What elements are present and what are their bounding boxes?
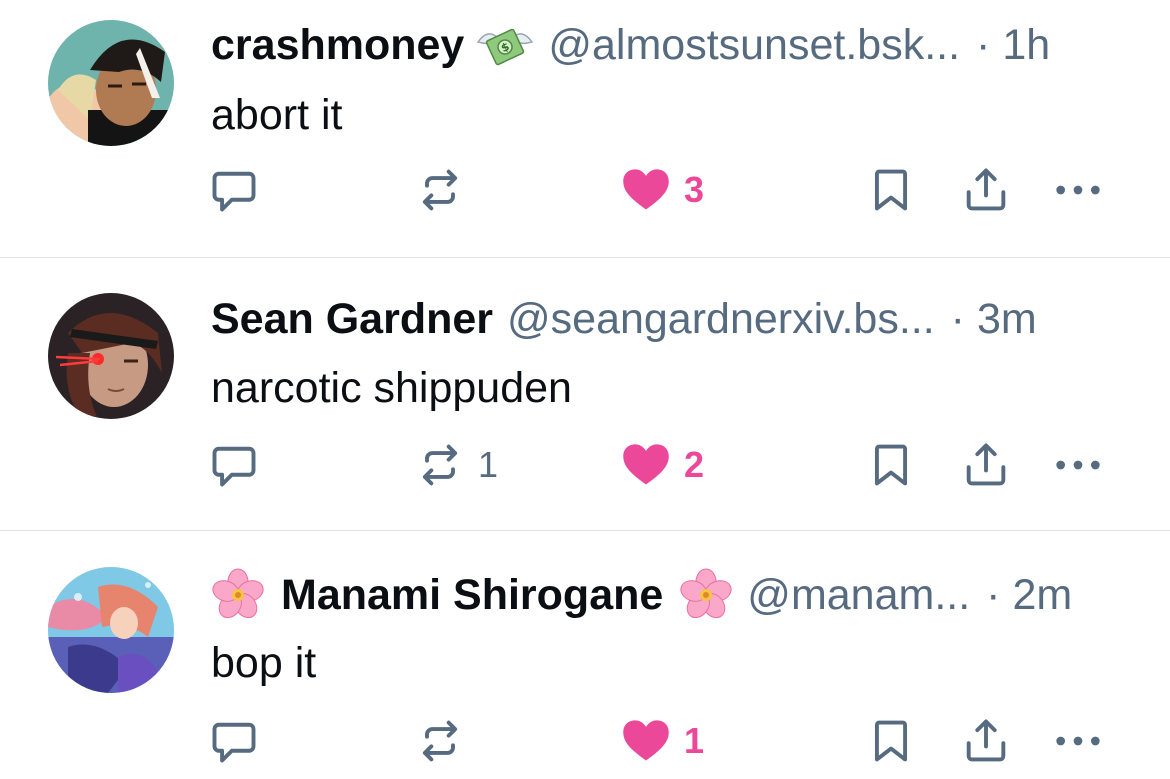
like-button[interactable]: 2 bbox=[620, 435, 704, 495]
repost-button[interactable] bbox=[414, 160, 478, 220]
post-header: crashmoney $ @almostsunset.bsk... · 1h bbox=[211, 17, 1118, 73]
cherry-blossom-icon bbox=[679, 568, 733, 622]
cherry-blossom-icon bbox=[211, 568, 265, 622]
bookmark-button[interactable] bbox=[865, 435, 917, 495]
share-icon bbox=[960, 164, 1012, 216]
like-button[interactable]: 3 bbox=[620, 160, 704, 220]
share-button[interactable] bbox=[960, 711, 1012, 771]
post-actions: 1 bbox=[0, 711, 1170, 771]
repost-icon bbox=[414, 715, 466, 767]
repost-icon bbox=[414, 439, 466, 491]
bookmark-icon bbox=[865, 439, 917, 491]
heart-icon bbox=[620, 439, 672, 491]
author-name[interactable]: Manami Shirogane bbox=[281, 567, 663, 623]
avatar[interactable] bbox=[48, 567, 174, 693]
repost-count: 1 bbox=[478, 444, 499, 485]
reply-icon bbox=[208, 715, 260, 767]
author-handle[interactable]: @seangardnerxiv.bs... bbox=[507, 291, 935, 347]
post-header: Manami Shirogane @manam... · 2m bbox=[211, 567, 1118, 623]
post-item[interactable]: crashmoney $ @almostsunset.bsk... · 1h a… bbox=[0, 0, 1170, 257]
avatar[interactable] bbox=[48, 20, 174, 146]
more-options-button[interactable] bbox=[1052, 711, 1104, 771]
post-timestamp[interactable]: · 1h bbox=[976, 17, 1050, 73]
share-icon bbox=[960, 715, 1012, 767]
post-timestamp[interactable]: · 2m bbox=[986, 567, 1072, 623]
reply-icon bbox=[208, 439, 260, 491]
post-actions: 1 2 bbox=[0, 435, 1170, 495]
more-options-button[interactable] bbox=[1052, 160, 1104, 220]
author-name[interactable]: crashmoney bbox=[211, 17, 464, 73]
repost-button[interactable] bbox=[414, 711, 478, 771]
post-text: bop it bbox=[211, 639, 317, 687]
bookmark-icon bbox=[865, 164, 917, 216]
author-handle[interactable]: @manam... bbox=[747, 567, 970, 623]
bookmark-button[interactable] bbox=[865, 160, 917, 220]
like-button[interactable]: 1 bbox=[620, 711, 704, 771]
bookmark-button[interactable] bbox=[865, 711, 917, 771]
post-timestamp[interactable]: · 3m bbox=[951, 291, 1037, 347]
heart-icon bbox=[620, 715, 672, 767]
like-count: 2 bbox=[684, 444, 705, 485]
like-count: 3 bbox=[684, 169, 705, 210]
repost-icon bbox=[414, 164, 466, 216]
post-feed: crashmoney $ @almostsunset.bsk... · 1h a… bbox=[0, 0, 1170, 779]
share-button[interactable] bbox=[960, 435, 1012, 495]
repost-button[interactable]: 1 bbox=[414, 435, 498, 495]
more-icon bbox=[1052, 715, 1104, 767]
reply-button[interactable] bbox=[208, 711, 260, 771]
like-count: 1 bbox=[684, 720, 705, 761]
author-handle[interactable]: @almostsunset.bsk... bbox=[548, 17, 960, 73]
post-text: narcotic shippuden bbox=[211, 364, 572, 412]
more-icon bbox=[1052, 439, 1104, 491]
share-icon bbox=[960, 439, 1012, 491]
post-text: abort it bbox=[211, 91, 343, 139]
flying-money-icon: $ bbox=[476, 20, 534, 70]
post-item[interactable]: Sean Gardner @seangardnerxiv.bs... · 3m … bbox=[0, 258, 1170, 530]
reply-button[interactable] bbox=[208, 160, 260, 220]
more-icon bbox=[1052, 164, 1104, 216]
bookmark-icon bbox=[865, 715, 917, 767]
post-header: Sean Gardner @seangardnerxiv.bs... · 3m bbox=[211, 291, 1118, 347]
heart-icon bbox=[620, 164, 672, 216]
share-button[interactable] bbox=[960, 160, 1012, 220]
post-item[interactable]: Manami Shirogane @manam... · 2m bop it 1 bbox=[0, 531, 1170, 779]
reply-icon bbox=[208, 164, 260, 216]
reply-button[interactable] bbox=[208, 435, 260, 495]
author-name[interactable]: Sean Gardner bbox=[211, 291, 493, 347]
more-options-button[interactable] bbox=[1052, 435, 1104, 495]
post-actions: 3 bbox=[0, 160, 1170, 220]
avatar[interactable] bbox=[48, 293, 174, 419]
